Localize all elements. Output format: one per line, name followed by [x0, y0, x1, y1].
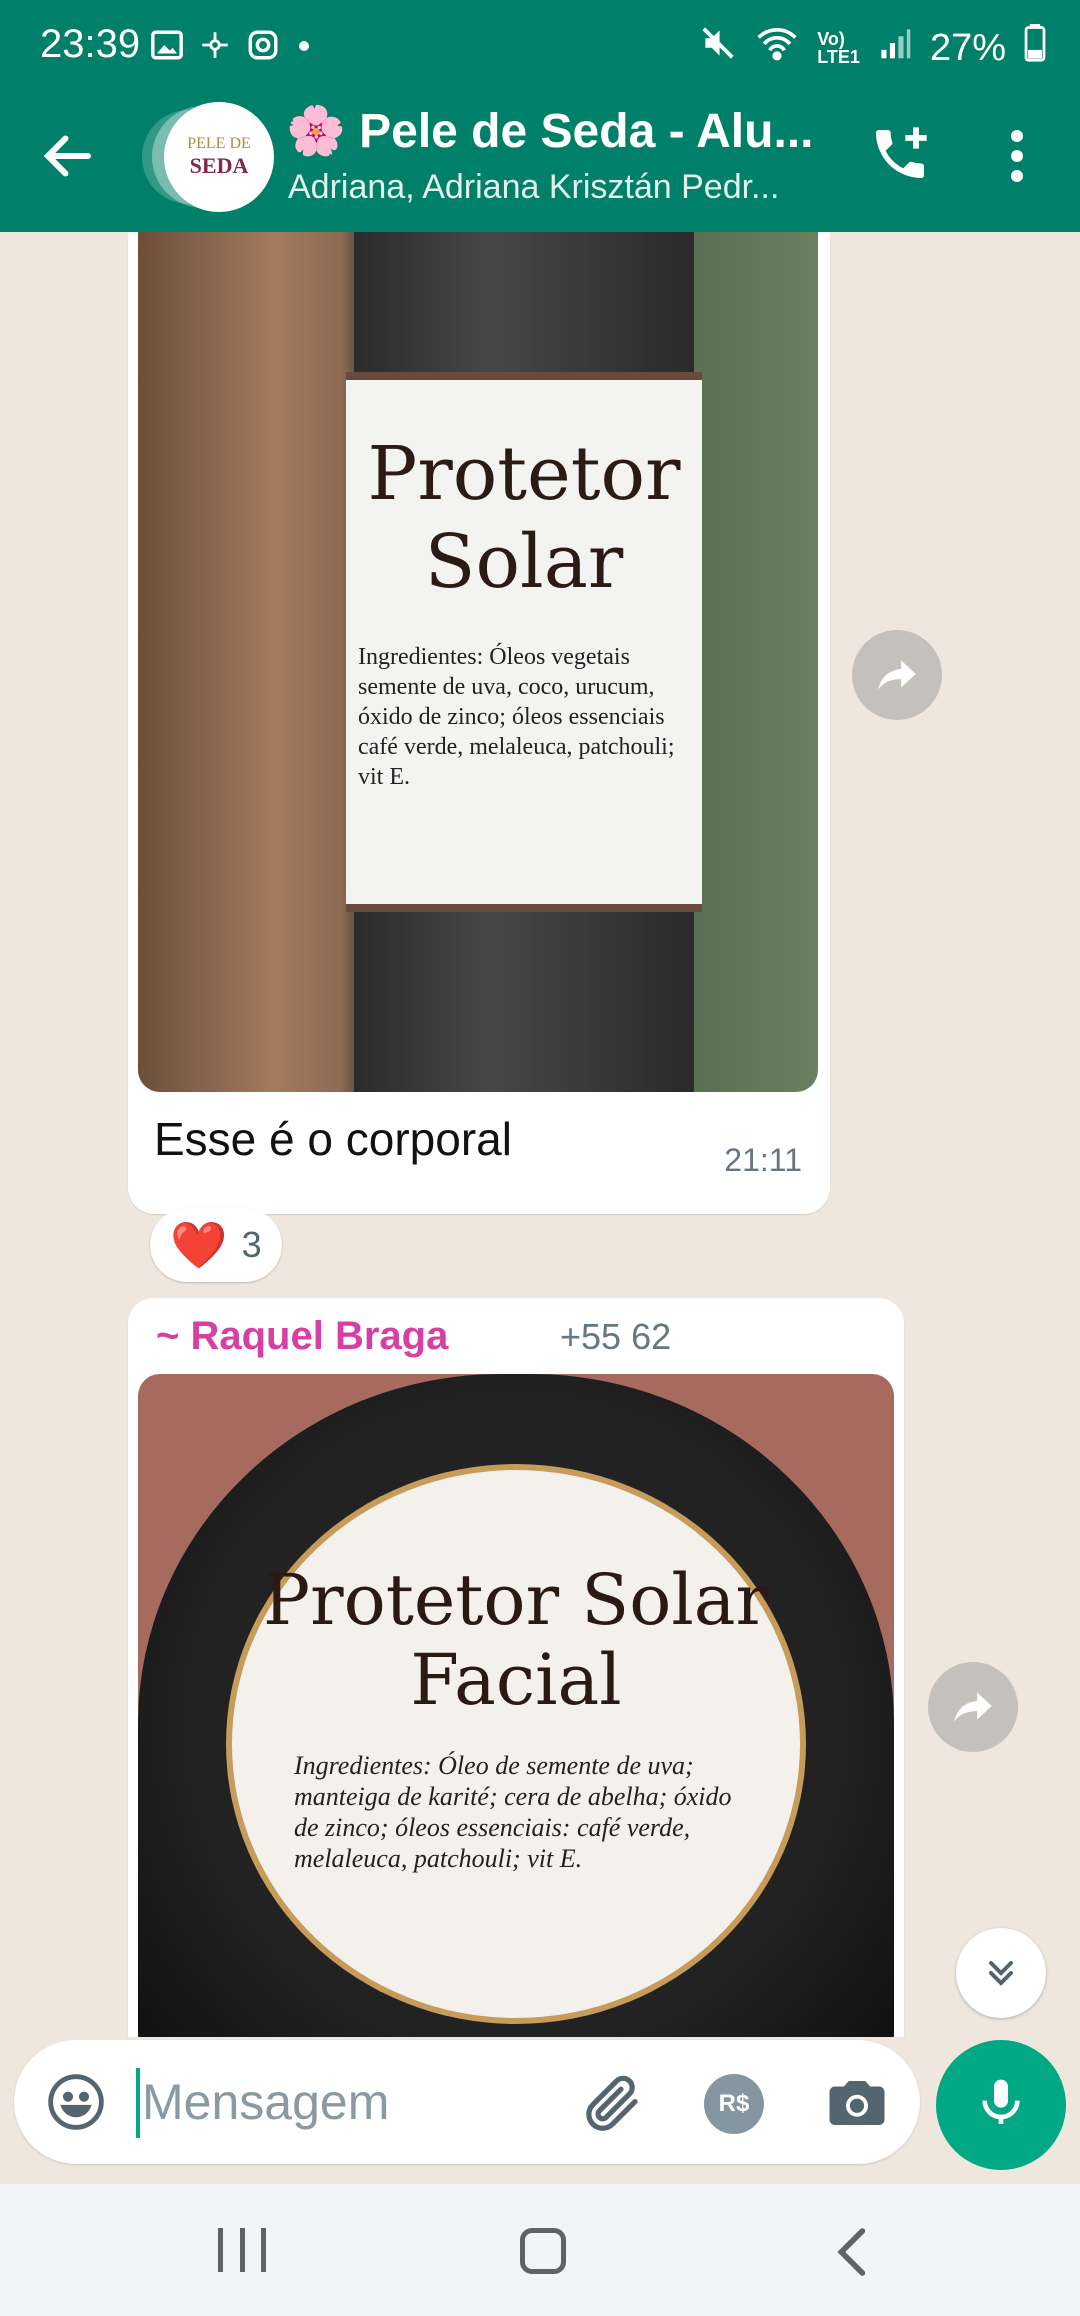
reaction-badge[interactable]: ❤️ 3 [150, 1208, 282, 1282]
notification-icons [150, 28, 314, 71]
label-ingredients: Ingredientes: Óleos vegetais semente de … [358, 644, 675, 790]
battery-level: 27% [929, 26, 1006, 69]
top-bar: 23:39 Vo) LTE1 27% PELE DE SEDA 🌸 Pele d… [0, 0, 1080, 232]
message-image[interactable]: Protetor Solar Ingredientes: Óleos veget… [138, 232, 818, 1092]
signal-icon [878, 25, 912, 71]
chat-participants[interactable]: Adriana, Adriana Krisztán Pedr... [288, 168, 779, 207]
status-bar: 23:39 Vo) LTE1 27% [0, 0, 1080, 96]
instagram-icon [246, 28, 280, 71]
chat-header: PELE DE SEDA 🌸 Pele de Seda - Alu... Adr… [0, 96, 1080, 232]
wifi-icon [755, 24, 799, 72]
nav-back-icon[interactable] [828, 2224, 878, 2280]
back-arrow-icon[interactable] [38, 126, 98, 186]
avatar-text-main: SEDA [189, 153, 249, 178]
battery-icon [1024, 24, 1046, 72]
forward-icon[interactable] [852, 630, 942, 720]
chat-title[interactable]: 🌸 Pele de Seda - Alu... [286, 102, 813, 159]
avatar-text-top: PELE DE [187, 135, 251, 152]
product-label: Protetor Solar Facial Ingredientes: Óleo… [226, 1464, 806, 2024]
pinwheel-icon [198, 28, 232, 71]
voice-message-button[interactable] [936, 2040, 1066, 2170]
emoji-icon[interactable] [44, 2070, 108, 2134]
text-cursor [136, 2068, 140, 2138]
scroll-down-icon[interactable] [956, 1928, 1046, 2018]
camera-icon[interactable] [824, 2070, 890, 2136]
group-avatar[interactable]: PELE DE SEDA [132, 102, 274, 212]
message-bubble[interactable]: Protetor Solar Ingredientes: Óleos veget… [128, 232, 830, 1214]
sender-phone: +55 62 [560, 1316, 672, 1357]
product-label: Protetor Solar Ingredientes: Óleos veget… [346, 372, 702, 912]
label-ingredients: Ingredientes: Óleo de semente de uva; ma… [294, 1751, 732, 1873]
home-icon[interactable] [520, 2228, 566, 2274]
more-options-icon[interactable] [1000, 126, 1034, 186]
mute-icon [699, 24, 737, 72]
payment-icon[interactable]: R$ [704, 2074, 764, 2134]
system-icons: Vo) LTE1 27% [699, 24, 1046, 72]
message-bubble[interactable]: ~ Raquel Braga +55 62 Protetor Solar Fac… [128, 1298, 904, 2037]
dot-icon [294, 28, 314, 71]
message-caption: Esse é o corporal [154, 1113, 512, 1165]
system-nav-bar [0, 2184, 1080, 2316]
message-time: 21:11 [724, 1142, 802, 1178]
forward-icon[interactable] [928, 1662, 1018, 1752]
message-composer: R$ [14, 2040, 920, 2164]
attach-icon[interactable] [580, 2070, 646, 2136]
image-icon [150, 28, 184, 71]
mic-icon [973, 2075, 1029, 2136]
label-title: Protetor Solar Facial [263, 1559, 769, 1721]
message-image[interactable]: Protetor Solar Facial Ingredientes: Óleo… [138, 1374, 894, 2037]
label-title: Protetor Solar [367, 431, 681, 605]
status-time: 23:39 [40, 22, 141, 66]
sender-name[interactable]: ~ Raquel Braga [156, 1314, 448, 1359]
recent-apps-icon[interactable] [218, 2228, 266, 2276]
message-input[interactable] [142, 2064, 542, 2140]
heart-reaction: ❤️ [170, 1218, 228, 1271]
add-call-icon[interactable] [868, 122, 932, 186]
chat-area[interactable]: Protetor Solar Ingredientes: Óleos veget… [0, 232, 1080, 2037]
volte-icon: Vo) LTE1 [817, 29, 860, 67]
reaction-count: 3 [241, 1224, 262, 1265]
